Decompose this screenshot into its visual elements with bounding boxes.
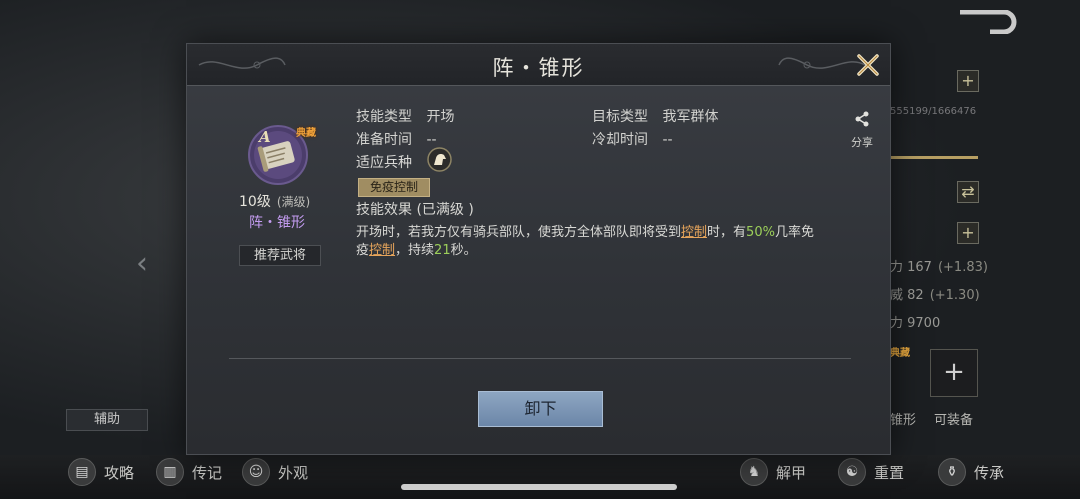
home-indicator[interactable] (401, 484, 677, 490)
share-button[interactable]: 分享 (847, 110, 877, 150)
swap-icon[interactable]: ⇄ (957, 181, 979, 203)
skill-detail-modal: 阵・锥形 A 典藏 10级 (满级) 阵・锥形 推荐武将 技能类型 开场 目标类型… (186, 43, 891, 455)
effect-description: 开场时，若我方仅有骑兵部队，使我方全体部队即将受到控制时，有50%几率免疫控制，… (356, 225, 814, 258)
disarm-button[interactable]: ♞ 解甲 (740, 458, 806, 486)
share-icon (855, 111, 869, 127)
equip-label: 可装备 (934, 413, 974, 428)
prev-arrow-icon[interactable]: ‹ (136, 246, 148, 281)
skill-level: 10级 (满级) (239, 194, 311, 210)
armor-icon: ♞ (740, 458, 768, 486)
inherit-icon: ⚱ (938, 458, 966, 486)
classic-tag: 典藏 (890, 348, 910, 359)
immune-control-tag: 免疫控制 (358, 178, 430, 197)
biography-button[interactable]: ▥ 传记 (156, 458, 222, 486)
cooldown-row: 冷却时间 -- (592, 132, 673, 148)
exp-value: 555199/1666476 (890, 106, 977, 117)
add-icon[interactable]: + (957, 70, 979, 92)
assist-button[interactable]: 辅助 (66, 409, 148, 431)
reset-button[interactable]: ☯ 重置 (838, 458, 904, 486)
general-side-panel: + 555199/1666476 ⇄ + 力 167 (+1.83) 威 82 (+… (890, 0, 1080, 455)
horse-icon (427, 147, 452, 172)
divider (229, 358, 851, 359)
stat-row: 力 9700 (890, 316, 941, 331)
strategy-icon: ▤ (68, 458, 96, 486)
reset-icon: ☯ (838, 458, 866, 486)
equipped-skill-name: 锥形 (890, 413, 917, 428)
modal-header: 阵・锥形 (187, 44, 890, 86)
inherit-button[interactable]: ⚱ 传承 (938, 458, 1004, 486)
add-point-icon[interactable]: + (957, 222, 979, 244)
appearance-button[interactable]: ☺ 外观 (242, 458, 308, 486)
unequip-button[interactable]: 卸下 (478, 391, 603, 427)
strategy-button[interactable]: ▤ 攻略 (68, 458, 134, 486)
skill-name: 阵・锥形 (249, 215, 305, 231)
share-label: 分享 (851, 136, 873, 149)
rank-letter: A (259, 128, 271, 146)
prep-time-row: 准备时间 -- (356, 132, 437, 148)
control-link[interactable]: 控制 (681, 225, 707, 240)
skill-type-row: 技能类型 开场 (356, 109, 455, 125)
book-icon: ▥ (156, 458, 184, 486)
appearance-icon: ☺ (242, 458, 270, 486)
classic-tag: 典藏 (296, 128, 316, 139)
exp-bar (890, 156, 978, 159)
stat-row: 威 82 (+1.30) (890, 288, 980, 303)
troop-type-label: 适应兵种 (356, 155, 412, 171)
recommend-generals-button[interactable]: 推荐武将 (239, 245, 321, 266)
back-icon[interactable] (960, 10, 1022, 34)
close-icon[interactable] (853, 50, 883, 80)
equip-slot-button[interactable]: + (930, 349, 978, 397)
target-type-row: 目标类型 我军群体 (592, 109, 719, 125)
stat-row: 力 167 (+1.83) (890, 260, 988, 275)
effect-title: 技能效果 (已满级 ) (356, 202, 474, 218)
control-link[interactable]: 控制 (369, 243, 395, 258)
